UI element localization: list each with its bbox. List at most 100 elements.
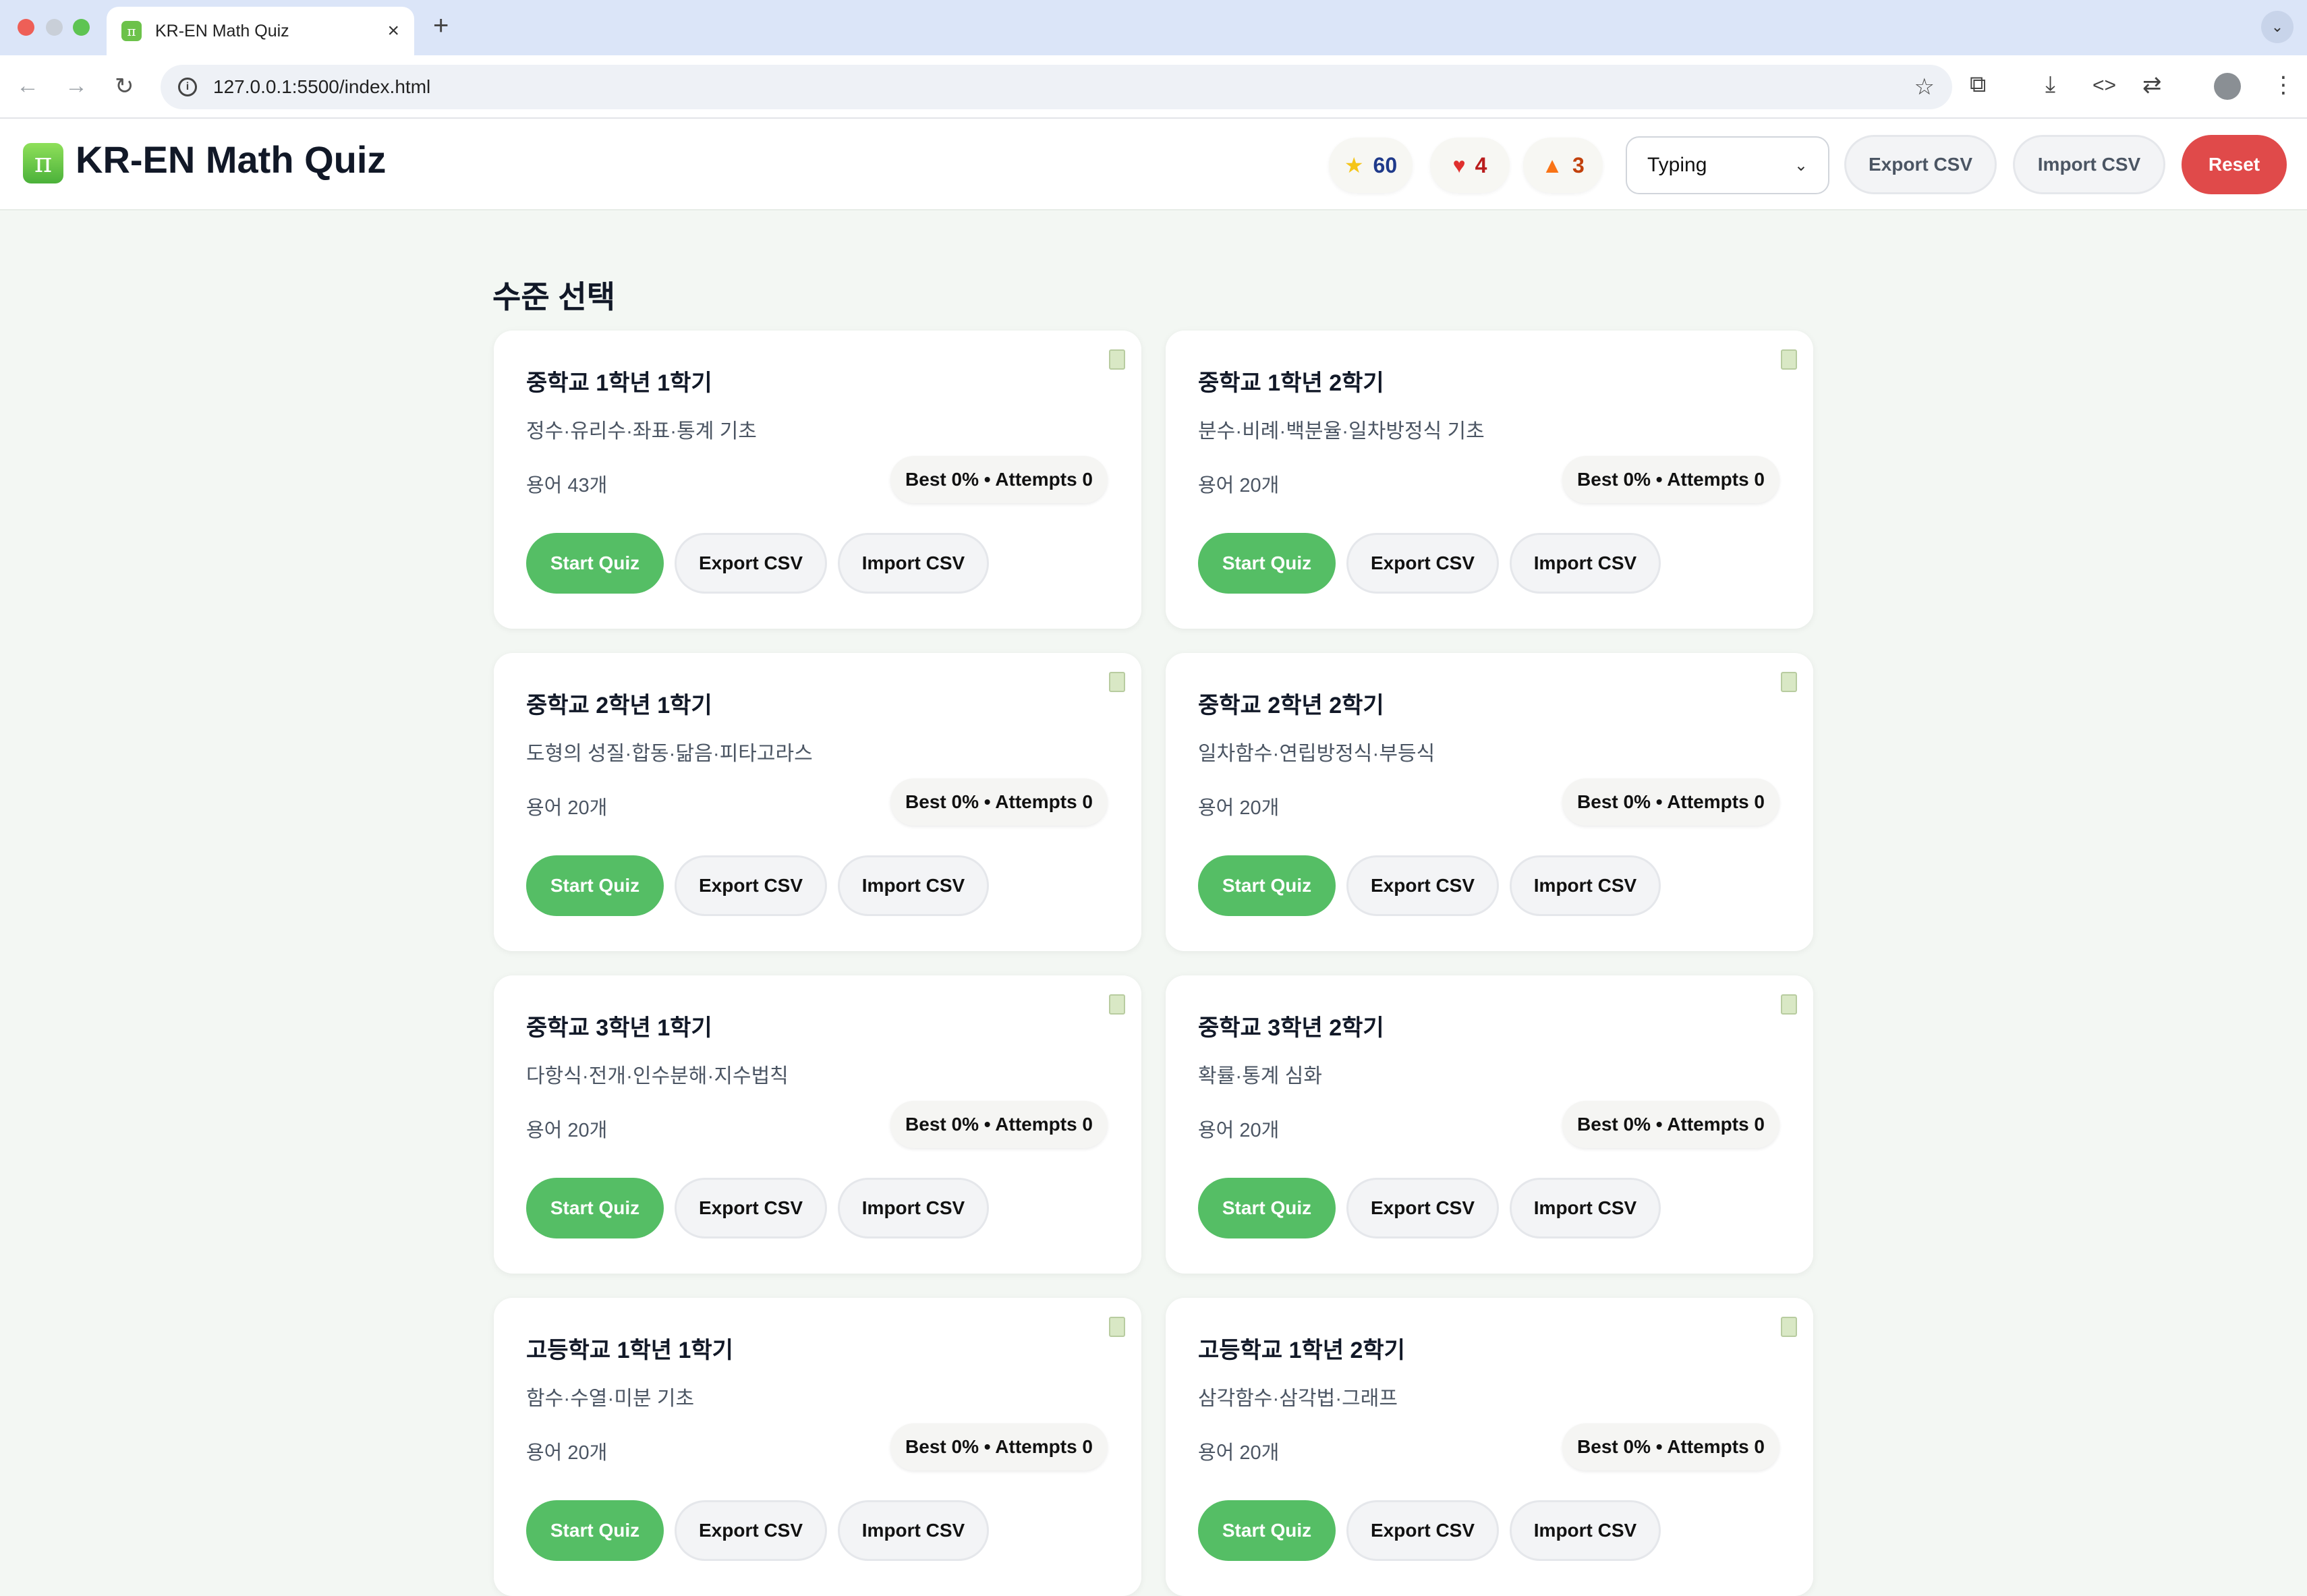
level-subtitle: 삼각함수·삼각법·그래프 bbox=[1198, 1388, 1398, 1410]
address-bar[interactable]: i 127.0.0.1:5500/index.html ☆ bbox=[161, 65, 1952, 109]
close-window-dot[interactable] bbox=[18, 19, 34, 36]
card-import-csv-button[interactable]: Import CSV bbox=[1510, 1500, 1661, 1561]
new-tab-icon[interactable]: + bbox=[433, 11, 449, 41]
best-attempts-badge: Best 0% • Attempts 0 bbox=[890, 778, 1108, 826]
devtools-code-icon[interactable]: <> bbox=[2092, 74, 2116, 97]
book-icon bbox=[1109, 349, 1125, 370]
level-subtitle: 다항식·전개·인수분해·지수법칙 bbox=[526, 1065, 789, 1087]
best-attempts-badge: Best 0% • Attempts 0 bbox=[890, 1423, 1108, 1471]
card-import-csv-button[interactable]: Import CSV bbox=[838, 1178, 989, 1238]
reset-button[interactable]: Reset bbox=[2182, 135, 2287, 194]
level-card: 중학교 3학년 2학기 확률·통계 심화 용어 20개 Best 0% • Attem… bbox=[1166, 975, 1813, 1274]
term-count: 용어 20개 bbox=[1198, 797, 1280, 819]
tab-close-icon[interactable]: × bbox=[387, 20, 399, 42]
translate-icon[interactable]: ⇄ bbox=[2142, 72, 2162, 98]
card-import-csv-button[interactable]: Import CSV bbox=[838, 855, 989, 916]
start-quiz-button[interactable]: Start Quiz bbox=[1198, 1500, 1336, 1561]
tab-search-chevron-icon[interactable]: ⌄ bbox=[2261, 11, 2294, 43]
stars-counter: ★ 60 bbox=[1329, 138, 1413, 193]
header-export-csv-button[interactable]: Export CSV bbox=[1844, 135, 1997, 194]
stars-value: 60 bbox=[1373, 152, 1398, 177]
level-subtitle: 함수·수열·미분 기초 bbox=[526, 1388, 695, 1410]
level-card: 고등학교 1학년 2학기 삼각함수·삼각법·그래프 용어 20개 Best 0% • … bbox=[1166, 1298, 1813, 1596]
url-text[interactable]: 127.0.0.1:5500/index.html bbox=[213, 76, 1914, 98]
card-export-csv-button[interactable]: Export CSV bbox=[675, 1500, 827, 1561]
book-icon bbox=[1781, 672, 1797, 692]
card-import-csv-button[interactable]: Import CSV bbox=[1510, 855, 1661, 916]
forward-arrow-icon[interactable]: → bbox=[65, 73, 88, 99]
term-count: 용어 43개 bbox=[526, 475, 608, 496]
start-quiz-button[interactable]: Start Quiz bbox=[526, 1178, 664, 1238]
start-quiz-button[interactable]: Start Quiz bbox=[1198, 533, 1336, 594]
level-card: 중학교 1학년 2학기 분수·비례·백분율·일차방정식 기초 용어 20개 Best … bbox=[1166, 331, 1813, 629]
bookmark-star-icon[interactable]: ☆ bbox=[1914, 74, 1935, 101]
card-export-csv-button[interactable]: Export CSV bbox=[675, 1178, 827, 1238]
level-card: 중학교 3학년 1학기다항식·전개·인수분해·지수법칙용어 20개 Best 0%… bbox=[494, 975, 1141, 1274]
streak-counter: ▲ 3 bbox=[1523, 138, 1603, 193]
card-export-csv-button[interactable]: Export CSV bbox=[675, 533, 827, 594]
level-title: 중학교 1학년 2학기 bbox=[1198, 370, 1384, 396]
pi-logo-icon: π bbox=[23, 143, 63, 183]
card-import-csv-button[interactable]: Import CSV bbox=[1510, 1178, 1661, 1238]
hearts-counter: ♥ 4 bbox=[1430, 138, 1510, 193]
start-quiz-button[interactable]: Start Quiz bbox=[526, 1500, 664, 1561]
card-import-csv-button[interactable]: Import CSV bbox=[1510, 533, 1661, 594]
best-attempts-badge: Best 0% • Attempts 0 bbox=[1562, 778, 1779, 826]
term-count: 용어 20개 bbox=[1198, 475, 1280, 496]
hearts-value: 4 bbox=[1475, 152, 1487, 177]
level-subtitle: 정수·유리수·좌표·통계 기초 bbox=[526, 420, 757, 443]
level-subtitle: 도형의 성질·합동·닮음·피타고라스 bbox=[526, 743, 813, 765]
card-export-csv-button[interactable]: Export CSV bbox=[675, 855, 827, 916]
browser-tab[interactable]: π KR-EN Math Quiz × bbox=[107, 7, 414, 55]
level-card: 고등학교 1학년 1학기함수·수열·미분 기초용어 20개 Best 0% • A… bbox=[494, 1298, 1141, 1596]
term-count: 용어 20개 bbox=[526, 1442, 608, 1464]
start-quiz-button[interactable]: Start Quiz bbox=[1198, 1178, 1336, 1238]
book-icon bbox=[1781, 349, 1797, 370]
back-arrow-icon[interactable]: ← bbox=[16, 73, 39, 99]
best-attempts-badge: Best 0% • Attempts 0 bbox=[1562, 1423, 1779, 1471]
start-quiz-button[interactable]: Start Quiz bbox=[526, 855, 664, 916]
start-quiz-button[interactable]: Start Quiz bbox=[1198, 855, 1336, 916]
term-count: 용어 20개 bbox=[526, 797, 608, 819]
level-title: 중학교 2학년 1학기 bbox=[526, 693, 712, 718]
maximize-window-dot[interactable] bbox=[73, 19, 90, 36]
card-export-csv-button[interactable]: Export CSV bbox=[1346, 855, 1499, 916]
card-export-csv-button[interactable]: Export CSV bbox=[1346, 1500, 1499, 1561]
best-attempts-badge: Best 0% • Attempts 0 bbox=[890, 456, 1108, 503]
streak-value: 3 bbox=[1572, 152, 1585, 177]
app-title: KR-EN Math Quiz bbox=[76, 138, 387, 181]
start-quiz-button[interactable]: Start Quiz bbox=[526, 533, 664, 594]
level-subtitle: 확률·통계 심화 bbox=[1198, 1065, 1322, 1087]
level-title: 중학교 3학년 1학기 bbox=[526, 1015, 712, 1041]
level-title: 고등학교 1학년 1학기 bbox=[526, 1338, 733, 1363]
reload-icon[interactable]: ↻ bbox=[115, 73, 134, 100]
best-attempts-badge: Best 0% • Attempts 0 bbox=[1562, 1101, 1779, 1148]
card-export-csv-button[interactable]: Export CSV bbox=[1346, 533, 1499, 594]
profile-avatar[interactable] bbox=[2214, 73, 2241, 100]
browser-toolbar: ← → ↻ i 127.0.0.1:5500/index.html ☆ ⧉ ⤓ … bbox=[0, 55, 2307, 119]
term-count: 용어 20개 bbox=[526, 1120, 608, 1141]
header-import-csv-button[interactable]: Import CSV bbox=[2013, 135, 2165, 194]
flame-icon: ▲ bbox=[1541, 152, 1563, 177]
minimize-window-dot[interactable] bbox=[46, 19, 63, 36]
level-title: 중학교 3학년 2학기 bbox=[1198, 1015, 1384, 1041]
best-attempts-badge: Best 0% • Attempts 0 bbox=[890, 1101, 1108, 1148]
level-title: 중학교 1학년 1학기 bbox=[526, 370, 712, 396]
card-import-csv-button[interactable]: Import CSV bbox=[838, 533, 989, 594]
app-header: π KR-EN Math Quiz ★ 60 ♥ 4 ▲ 3 Typing ⌄ … bbox=[0, 119, 2307, 210]
tab-title: KR-EN Math Quiz bbox=[155, 21, 289, 40]
card-export-csv-button[interactable]: Export CSV bbox=[1346, 1178, 1499, 1238]
card-import-csv-button[interactable]: Import CSV bbox=[838, 1500, 989, 1561]
heart-icon: ♥ bbox=[1452, 152, 1466, 177]
level-section-title: 수준 선택 bbox=[492, 279, 616, 314]
site-info-icon[interactable]: i bbox=[178, 78, 197, 96]
tab-favicon-icon: π bbox=[121, 21, 142, 41]
browser-menu-icon[interactable]: ⋮ bbox=[2272, 72, 2295, 98]
level-title: 중학교 2학년 2학기 bbox=[1198, 693, 1384, 718]
level-title: 고등학교 1학년 2학기 bbox=[1198, 1338, 1405, 1363]
book-icon bbox=[1109, 672, 1125, 692]
download-icon[interactable]: ⤓ bbox=[2045, 72, 2055, 98]
star-icon: ★ bbox=[1344, 153, 1364, 177]
extensions-icon[interactable]: ⧉ bbox=[1970, 72, 1986, 98]
mode-select[interactable]: Typing ⌄ bbox=[1626, 136, 1829, 194]
